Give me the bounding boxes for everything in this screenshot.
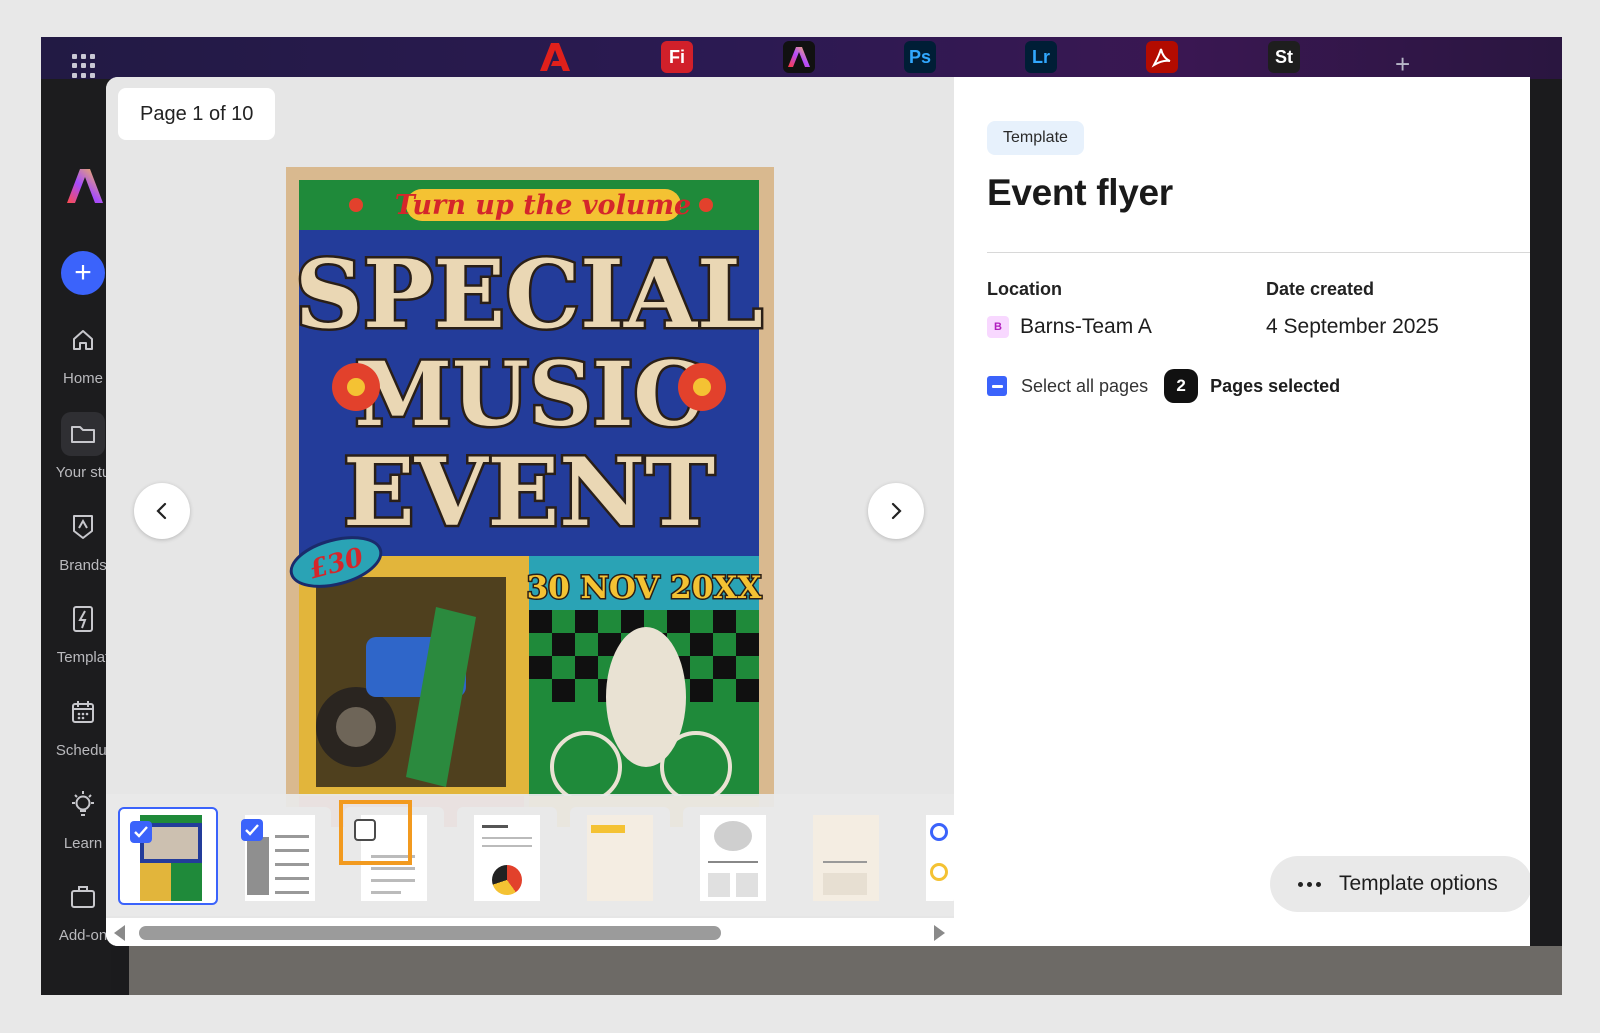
page-thumbnail-6[interactable] — [683, 807, 783, 905]
focus-highlight — [339, 800, 412, 865]
next-page-button[interactable] — [868, 483, 924, 539]
template-info-panel: Template Event flyer Location B Barns-Te… — [954, 77, 1530, 946]
apps-grid-icon[interactable] — [72, 54, 96, 78]
page-indicator: Page 1 of 10 — [118, 88, 276, 140]
page-1-checkbox[interactable] — [130, 821, 152, 843]
date-created-label: Date created — [1266, 279, 1375, 299]
calendar-icon — [61, 690, 105, 734]
page-thumbnail-2[interactable] — [231, 807, 331, 905]
app-switcher-bar: Fi Ps Lr St + — [41, 37, 1562, 79]
template-title: Event flyer — [987, 172, 1173, 213]
adobe-app-icon[interactable] — [539, 41, 571, 73]
page-thumbnail-8[interactable] — [909, 807, 954, 905]
brand-b-icon: B — [987, 316, 1009, 338]
flyer-date: 30 NOV 20XX — [527, 570, 763, 606]
lightbulb-icon — [61, 783, 105, 827]
date-created-value: 4 September 2025 — [1266, 315, 1439, 338]
selected-count-badge: 2 — [1164, 369, 1199, 403]
flyer-tagline: Turn up the volume — [395, 190, 691, 221]
background-content — [129, 946, 1562, 995]
page-thumbnail-4[interactable] — [457, 807, 557, 905]
stock-app-icon[interactable]: St — [1268, 41, 1300, 73]
template-icon — [61, 597, 105, 641]
template-details-dialog: Page 1 of 10 Turn up the volume SPECIAL … — [106, 77, 1530, 946]
left-rail: + Home Your stu Brands Templat Schedul L… — [41, 79, 111, 995]
page-2-checkbox[interactable] — [241, 819, 263, 841]
lightroom-app-icon[interactable]: Lr — [1025, 41, 1057, 73]
location-label: Location — [987, 279, 1062, 299]
checkmark-icon — [134, 826, 148, 838]
express-app-icon[interactable] — [783, 41, 815, 73]
pages-selected-label: Pages selected — [1210, 375, 1341, 396]
flyer-preview: Turn up the volume SPECIAL MUSIC EVENT 3… — [286, 167, 774, 827]
location-text: Barns-Team A — [1020, 315, 1152, 338]
page-thumbnail-5[interactable] — [570, 807, 670, 905]
express-logo-icon[interactable] — [67, 169, 103, 208]
divider — [987, 252, 1530, 253]
scroll-right-icon[interactable] — [934, 925, 945, 941]
home-icon — [61, 318, 105, 362]
acrobat-app-icon[interactable] — [1146, 41, 1178, 73]
template-options-label: Template options — [1339, 872, 1498, 895]
chevron-left-icon — [156, 502, 167, 520]
page-selection-row: Select all pages 2 Pages selected — [987, 369, 1340, 403]
chevron-right-icon — [891, 502, 902, 520]
briefcase-icon — [61, 875, 105, 919]
folder-icon — [61, 412, 105, 456]
brand-icon — [61, 505, 105, 549]
flyer-headline-line-2: MUSIC — [355, 342, 704, 446]
select-all-checkbox[interactable] — [987, 376, 1007, 396]
checkmark-icon — [245, 824, 259, 836]
page-thumbnail-1[interactable] — [118, 807, 218, 905]
thumbnail-scrollbar[interactable] — [106, 918, 954, 946]
scrollbar-thumb[interactable] — [139, 926, 721, 940]
scroll-left-icon[interactable] — [114, 925, 125, 941]
flyer-headline-line-1: SPECIAL — [295, 240, 763, 350]
flyer-headline-line-3: EVENT — [343, 438, 715, 548]
page-thumbnail-7[interactable] — [796, 807, 896, 905]
page-thumbnail-strip — [106, 794, 954, 916]
template-badge: Template — [987, 121, 1084, 155]
more-icon — [1298, 881, 1325, 887]
new-tab-button[interactable]: + — [1395, 51, 1410, 77]
create-button[interactable]: + — [61, 251, 105, 295]
template-options-button[interactable]: Template options — [1270, 856, 1530, 912]
select-all-label[interactable]: Select all pages — [1021, 376, 1148, 397]
location-value: B Barns-Team A — [987, 315, 1152, 339]
page-preview-pane: Page 1 of 10 Turn up the volume SPECIAL … — [106, 77, 954, 946]
previous-page-button[interactable] — [134, 483, 190, 539]
photoshop-app-icon[interactable]: Ps — [904, 41, 936, 73]
fresco-app-icon[interactable]: Fi — [661, 41, 693, 73]
